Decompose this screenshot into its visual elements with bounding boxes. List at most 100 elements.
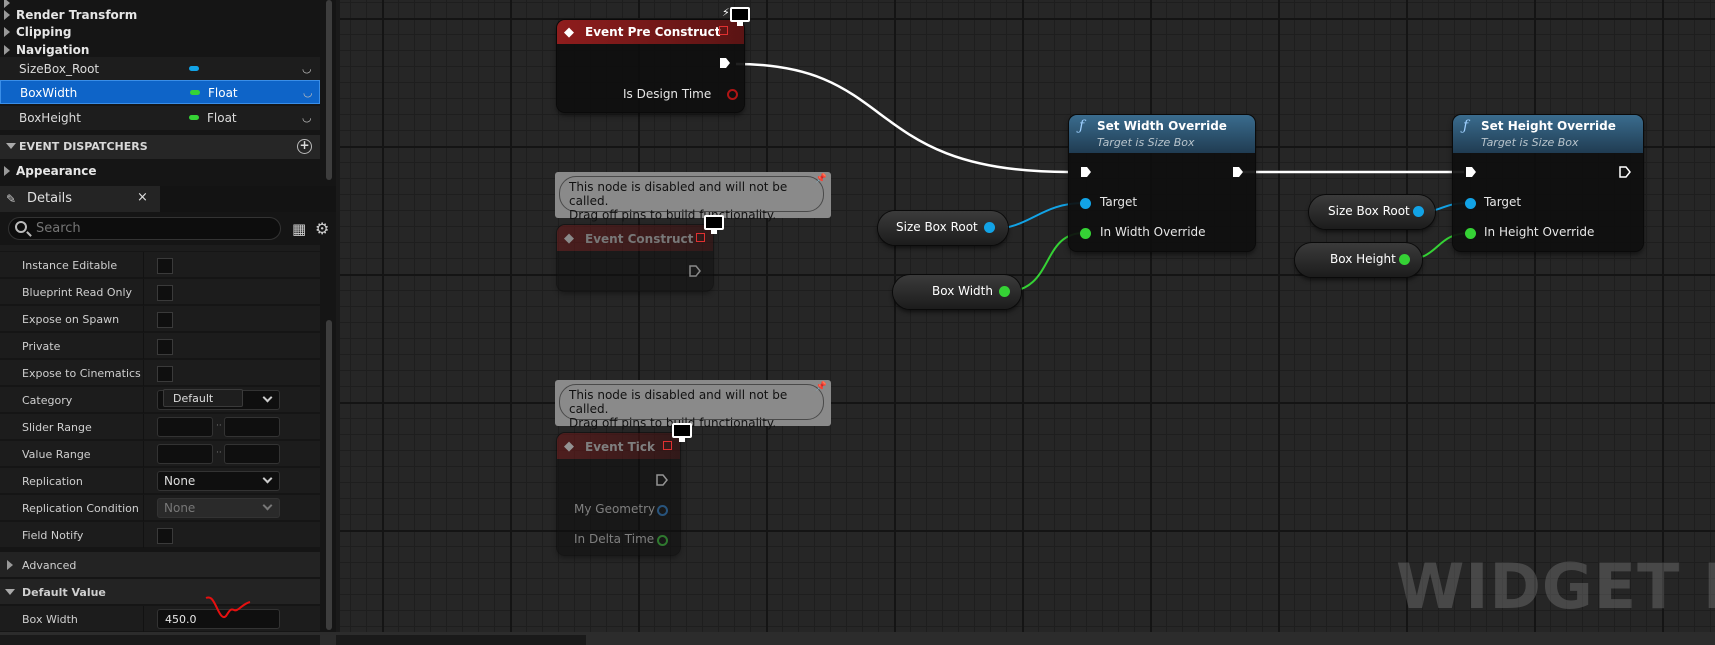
exec-in-pin[interactable] [1465, 166, 1477, 178]
red-annotation-mark [205, 596, 251, 618]
variable-type-pill-icon [189, 66, 199, 71]
variable-row-boxheight[interactable]: BoxHeight Float ◡ [0, 106, 320, 130]
event-tick-node[interactable]: ◆ Event Tick My Geometry In Delta Time [557, 433, 680, 555]
comment-line: This node is disabled and will not be ca… [569, 388, 788, 416]
expand-arrow-icon[interactable] [4, 10, 10, 20]
gear-icon[interactable]: ⚙ [315, 219, 333, 238]
float-out-pin[interactable] [657, 535, 668, 546]
prop-label: Expose to Cinematics [22, 367, 141, 380]
variable-row-boxwidth[interactable]: BoxWidth Float ◡ [0, 80, 320, 104]
private-checkbox[interactable] [157, 339, 173, 355]
bottom-status-bar [0, 632, 1715, 645]
column-divider[interactable] [143, 360, 144, 386]
pin-icon[interactable]: 📌 [816, 174, 827, 184]
prop-box-width: Box Width 450.0 [0, 606, 320, 632]
expand-arrow-icon[interactable] [4, 27, 10, 37]
instance-editable-checkbox[interactable] [157, 258, 173, 274]
slider-range-min-field[interactable] [157, 417, 213, 437]
bool-out-pin[interactable] [727, 89, 738, 100]
eye-closed-icon[interactable]: ◡ [302, 111, 312, 124]
float-in-pin[interactable] [1080, 228, 1091, 239]
category-text-field[interactable]: Default [163, 389, 243, 407]
collapse-arrow-icon[interactable] [6, 143, 16, 149]
slider-range-max-field[interactable] [224, 417, 280, 437]
column-divider[interactable] [143, 441, 144, 467]
column-divider[interactable] [143, 468, 144, 494]
field-notify-checkbox[interactable] [157, 528, 173, 544]
value-range-min-field[interactable] [157, 444, 213, 464]
dropdown-value: None [164, 474, 196, 488]
column-divider[interactable] [143, 306, 144, 332]
disabled-comment-bubble[interactable]: This node is disabled and will not be ca… [555, 172, 831, 222]
advanced-section-header[interactable]: Advanced [0, 552, 320, 578]
event-pre-construct-node[interactable]: ◆ Event Pre Construct Is Design Time [557, 20, 744, 112]
search-input[interactable] [36, 220, 271, 237]
disabled-comment-bubble[interactable]: This node is disabled and will not be ca… [555, 380, 831, 430]
close-icon[interactable]: × [137, 190, 148, 205]
float-in-pin[interactable] [1465, 228, 1476, 239]
column-divider[interactable] [143, 495, 144, 521]
column-divider[interactable] [143, 606, 144, 632]
blueprint-read-only-checkbox[interactable] [157, 285, 173, 301]
object-out-pin[interactable] [984, 222, 995, 233]
default-value-section-header[interactable]: Default Value [0, 579, 320, 605]
set-width-override-node[interactable]: ƒ Set Width Override Target is Size Box … [1069, 115, 1255, 251]
tree-row-appearance[interactable]: Appearance [0, 163, 320, 181]
target-in-pin[interactable] [1465, 198, 1476, 209]
expose-to-cinematics-checkbox[interactable] [157, 366, 173, 382]
float-out-pin[interactable] [999, 286, 1010, 297]
column-divider[interactable] [143, 333, 144, 359]
expose-on-spawn-checkbox[interactable] [157, 312, 173, 328]
object-out-pin[interactable] [1413, 206, 1424, 217]
set-height-override-node[interactable]: ƒ Set Height Override Target is Size Box… [1453, 115, 1643, 251]
table-view-icon[interactable]: ▦ [292, 220, 308, 238]
target-in-pin[interactable] [1080, 198, 1091, 209]
exec-out-pin[interactable] [1232, 166, 1244, 178]
replication-dropdown[interactable]: None [157, 471, 280, 491]
prop-label: Slider Range [22, 421, 92, 434]
exec-out-pin[interactable] [719, 57, 731, 69]
size-box-root-getter-node[interactable]: Size Box Root [878, 211, 1008, 245]
pin-icon[interactable]: 📌 [816, 382, 827, 392]
monitor-icon [702, 214, 726, 235]
exec-out-pin[interactable] [656, 474, 668, 486]
size-box-root-getter-node[interactable]: Size Box Root [1309, 195, 1435, 229]
column-divider[interactable] [143, 414, 144, 440]
event-construct-node[interactable]: ◆ Event Construct [557, 225, 713, 291]
exec-in-pin[interactable] [1080, 166, 1092, 178]
eye-closed-icon[interactable]: ◡ [303, 86, 313, 99]
column-divider[interactable] [143, 279, 144, 305]
float-out-pin[interactable] [1399, 254, 1410, 265]
add-dispatcher-button[interactable]: + [297, 139, 312, 154]
event-graph-canvas[interactable]: ◆ Event Pre Construct Is Design Time ⚡ T… [340, 0, 1715, 632]
comment-text: This node is disabled and will not be ca… [559, 176, 824, 222]
expand-arrow-icon[interactable] [7, 560, 13, 570]
tree-label: Appearance [16, 164, 97, 178]
chevron-down-icon [262, 473, 273, 484]
prop-label: Expose on Spawn [22, 313, 120, 326]
scrollbar-thumb[interactable] [326, 0, 332, 180]
event-dispatchers-header[interactable]: EVENT DISPATCHERS + [0, 135, 320, 159]
details-tab[interactable]: ✎ Details × [0, 186, 160, 212]
scrollbar-thumb[interactable] [326, 320, 332, 630]
column-divider[interactable] [143, 387, 144, 413]
expand-arrow-icon[interactable] [4, 45, 10, 55]
variable-type: Float [207, 111, 237, 125]
box-height-getter-node[interactable]: Box Height [1295, 243, 1422, 277]
tree-label: Navigation [16, 43, 90, 57]
column-divider[interactable] [143, 252, 144, 278]
eye-closed-icon[interactable]: ◡ [302, 62, 312, 75]
box-width-getter-node[interactable]: Box Width [893, 275, 1021, 309]
details-search-field[interactable] [8, 217, 281, 240]
variable-row-sizebox-root[interactable]: SizeBox_Root ◡ [0, 57, 320, 81]
column-divider[interactable] [143, 522, 144, 548]
expand-arrow-icon[interactable] [4, 166, 10, 176]
exec-out-pin[interactable] [689, 265, 701, 277]
tree-row-clipping[interactable]: Clipping [0, 24, 320, 42]
collapse-arrow-icon[interactable] [5, 589, 15, 595]
variable-name: BoxHeight [19, 111, 81, 125]
tree-row-render-transform[interactable]: Render Transform [0, 7, 320, 25]
value-range-max-field[interactable] [224, 444, 280, 464]
struct-out-pin[interactable] [657, 505, 668, 516]
exec-out-pin[interactable] [1619, 166, 1631, 178]
